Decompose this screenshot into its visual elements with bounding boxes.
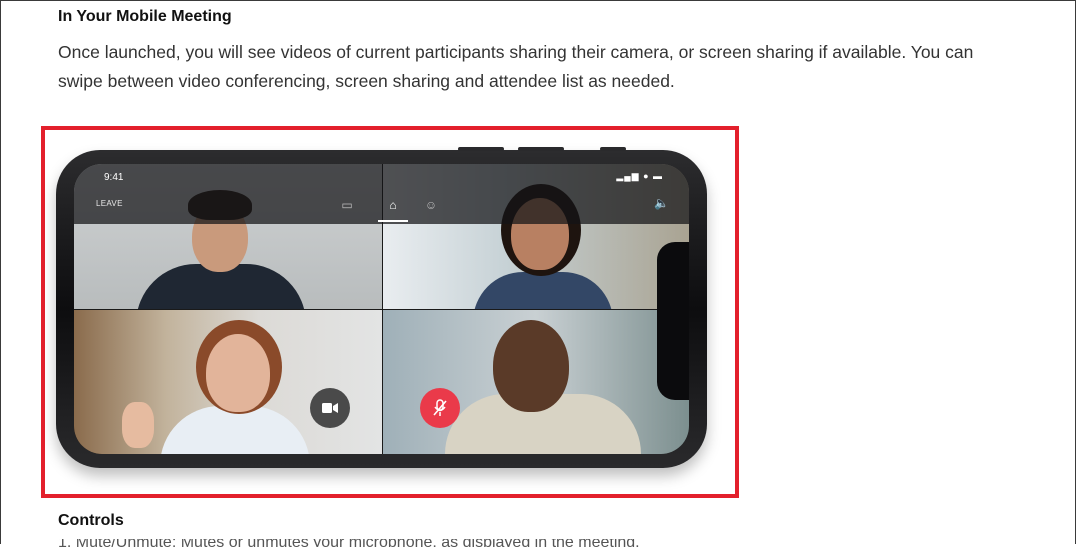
tile-divider	[74, 309, 689, 310]
phone-notch	[657, 242, 689, 400]
microphone-muted-icon	[433, 399, 447, 416]
video-tile-participant-3[interactable]	[74, 310, 382, 454]
participant-face	[206, 334, 270, 412]
meeting-top-bar: 9:41 ▂▄▆ ● ▬ LEAVE ▭ ⌂ ☺ 🔈	[74, 164, 689, 224]
phone-side-button	[458, 147, 504, 151]
cut-off-line: 1. Mute/Unmute: Mutes or unmutes your mi…	[58, 539, 758, 547]
video-tile-participant-4[interactable]	[383, 310, 689, 454]
participant-body	[473, 272, 613, 309]
section-paragraph: Once launched, you will see videos of cu…	[58, 42, 974, 91]
camera-toggle-button[interactable]	[310, 388, 350, 428]
leave-button[interactable]: LEAVE	[96, 199, 123, 208]
home-icon[interactable]: ⌂	[378, 194, 408, 218]
active-tab-indicator	[378, 220, 408, 222]
signal-wifi-battery-icon: ▂▄▆ ● ▬	[616, 171, 663, 181]
controls-heading: Controls	[58, 512, 124, 529]
phone-side-button	[600, 147, 626, 151]
phone-image: 9:41 ▂▄▆ ● ▬ LEAVE ▭ ⌂ ☺ 🔈	[56, 147, 707, 468]
participant-hand	[122, 402, 154, 448]
cut-off-text: 1. Mute/Unmute: Mutes or unmutes your mi…	[58, 539, 758, 547]
screen-share-icon[interactable]: ▭	[332, 194, 362, 218]
status-time: 9:41	[104, 172, 124, 183]
attendees-icon[interactable]: ☺	[416, 194, 446, 218]
phone-side-button	[518, 147, 564, 151]
speaker-icon[interactable]: 🔈	[654, 196, 669, 210]
participant-face	[493, 320, 569, 412]
section-heading: In Your Mobile Meeting	[58, 8, 232, 25]
view-tabs: ▭ ⌂ ☺	[332, 194, 446, 222]
video-camera-icon	[322, 403, 338, 413]
meeting-screen: 9:41 ▂▄▆ ● ▬ LEAVE ▭ ⌂ ☺ 🔈	[74, 164, 689, 454]
microphone-toggle-button[interactable]	[420, 388, 460, 428]
